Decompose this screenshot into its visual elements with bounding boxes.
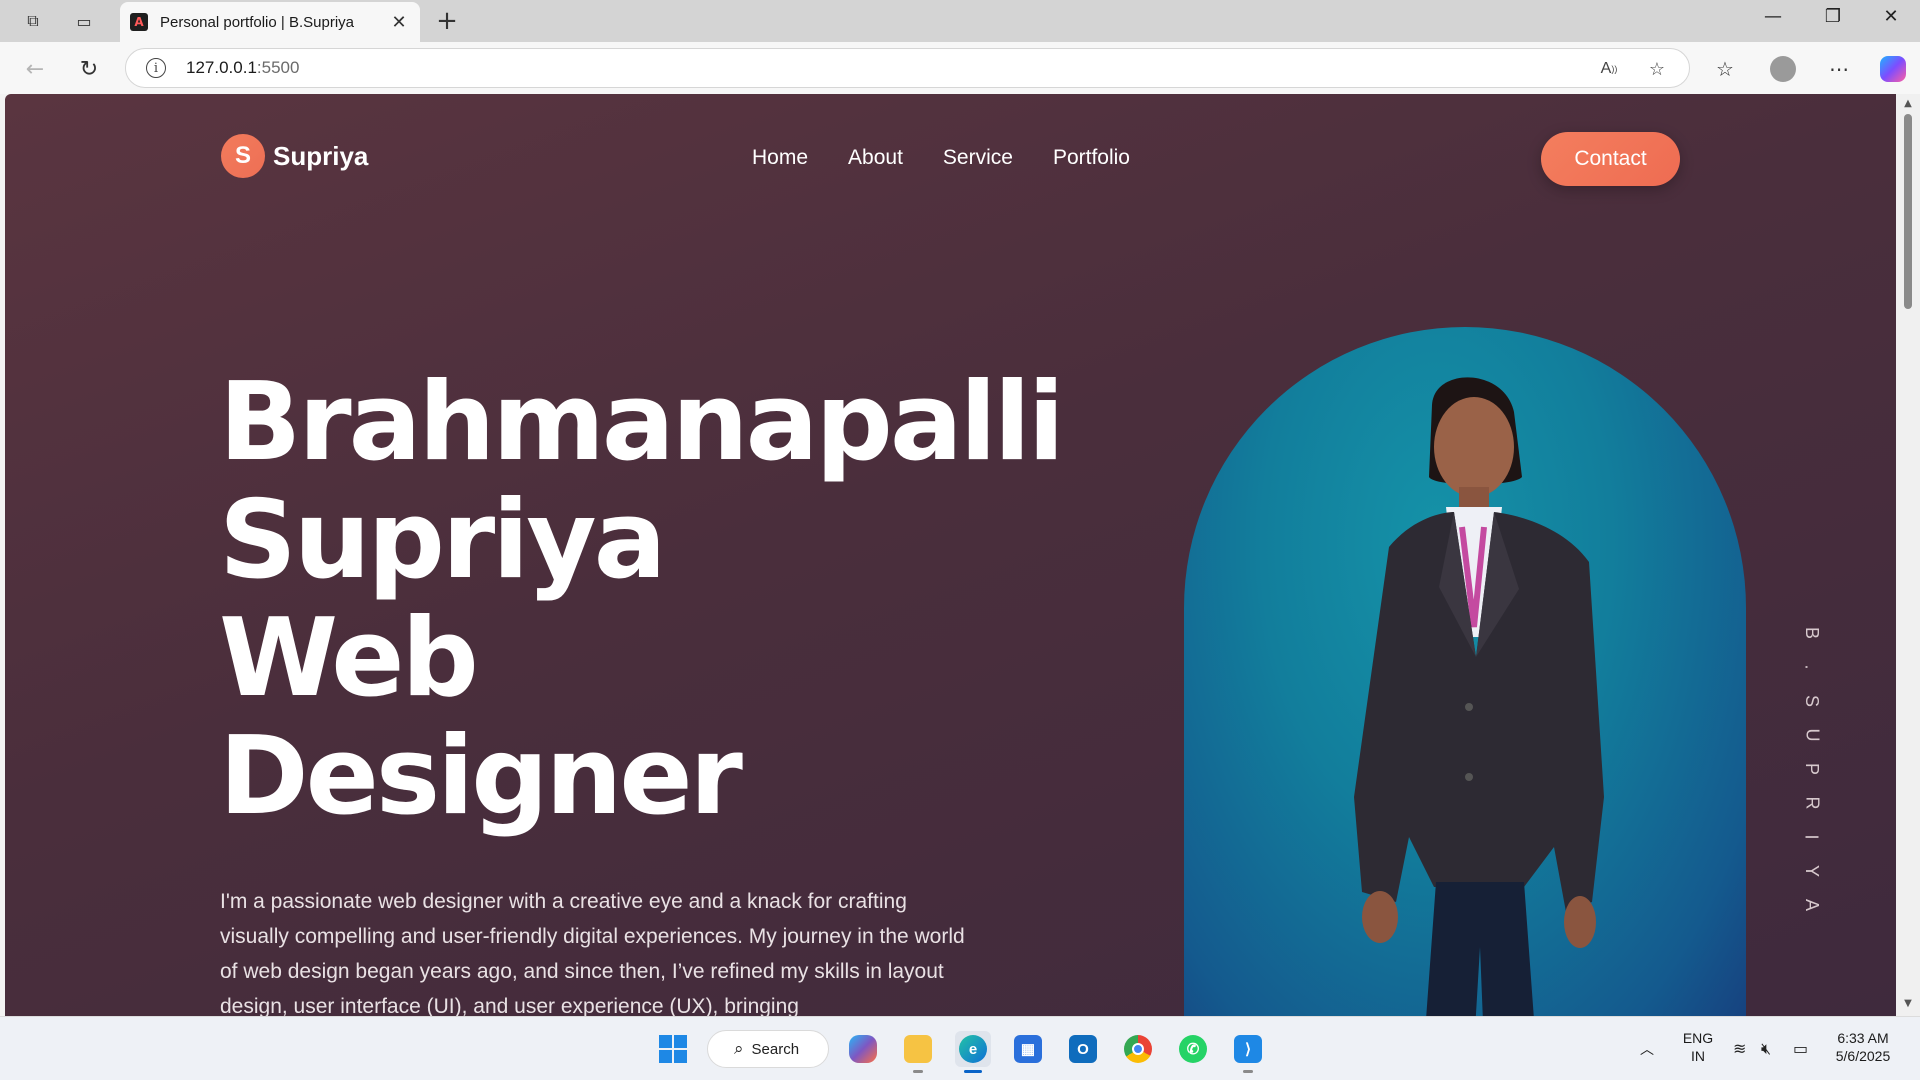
vertical-letter: S bbox=[1801, 694, 1822, 708]
tab-title: Personal portfolio | B.Supriya bbox=[160, 13, 354, 31]
chevron-up-icon[interactable]: ︿ bbox=[1640, 1039, 1654, 1059]
logo-badge[interactable]: S bbox=[221, 134, 265, 178]
menu-item-service[interactable]: Service bbox=[943, 146, 1013, 170]
start-icon[interactable] bbox=[655, 1031, 691, 1067]
more-options-icon[interactable]: ⋯ bbox=[1824, 54, 1854, 84]
vertical-letter: R bbox=[1802, 796, 1822, 810]
read-aloud-icon[interactable]: A)) bbox=[1596, 56, 1622, 82]
tab-favicon-icon: A bbox=[130, 13, 148, 31]
scroll-down-icon[interactable]: ▼ bbox=[1901, 998, 1915, 1009]
clock[interactable]: 6:33 AM 5/6/2025 bbox=[1832, 1029, 1894, 1065]
outlook-icon[interactable]: O bbox=[1065, 1031, 1101, 1067]
wifi-icon[interactable]: ≋ bbox=[1733, 1039, 1746, 1058]
store-icon[interactable]: ▦ bbox=[1010, 1031, 1046, 1067]
page-viewport: S Supriya Home About Service Portfolio C… bbox=[5, 94, 1896, 1016]
taskbar: ⌕ Search e ▦ O ✆ ⟩ ︿ ENG IN ≋ 🔇︎ ▭ 6:33 … bbox=[0, 1016, 1920, 1080]
browser-titlebar: ⧉ ▭ A Personal portfolio | B.Supriya ✕ +… bbox=[0, 0, 1920, 42]
profile-avatar[interactable] bbox=[1768, 54, 1798, 84]
person-illustration bbox=[1354, 377, 1604, 1016]
browser-toolbar: ← ↻ i 127.0.0.1:5500 A)) ☆ ☆ ⋯ bbox=[0, 42, 1920, 94]
restore-button[interactable]: ❐ bbox=[1810, 6, 1856, 27]
search-label: Search bbox=[751, 1040, 800, 1058]
workspaces-icon[interactable]: ⧉ bbox=[20, 8, 46, 34]
search-icon: ⌕ bbox=[734, 1039, 744, 1059]
vertical-name-text: B . S U P R I Y A bbox=[1800, 621, 1824, 917]
tab-portfolio[interactable]: A Personal portfolio | B.Supriya ✕ bbox=[120, 2, 420, 42]
volume-muted-icon[interactable]: 🔇︎ bbox=[1761, 1039, 1771, 1059]
hero-title: Brahmanapalli Supriya Web Designer bbox=[219, 360, 1065, 839]
favorite-star-icon[interactable]: ☆ bbox=[1644, 56, 1670, 82]
menu-item-about[interactable]: About bbox=[848, 146, 903, 170]
favorites-list-icon[interactable]: ☆ bbox=[1710, 54, 1740, 84]
address-bar[interactable]: i 127.0.0.1:5500 A)) ☆ bbox=[125, 48, 1690, 88]
close-window-button[interactable]: ✕ bbox=[1868, 6, 1914, 27]
vertical-letter: U bbox=[1802, 728, 1822, 742]
site-info-icon[interactable]: i bbox=[146, 58, 166, 78]
profile-photo bbox=[1184, 327, 1746, 1016]
contact-button[interactable]: Contact bbox=[1541, 132, 1680, 186]
scroll-thumb[interactable] bbox=[1904, 114, 1912, 309]
logo-name[interactable]: Supriya bbox=[273, 141, 368, 172]
back-arrow-icon[interactable]: ← bbox=[20, 54, 50, 84]
vertical-letter: . bbox=[1801, 664, 1822, 670]
vertical-letter: P bbox=[1801, 762, 1822, 776]
vscode-icon[interactable]: ⟩ bbox=[1230, 1031, 1266, 1073]
hero-title-line: Supriya bbox=[219, 478, 667, 603]
file-explorer-icon[interactable] bbox=[900, 1031, 936, 1073]
hero-title-line: Brahmanapalli bbox=[219, 360, 1065, 485]
vertical-letter: B bbox=[1801, 626, 1822, 640]
close-tab-icon[interactable]: ✕ bbox=[388, 12, 410, 33]
minimize-button[interactable]: — bbox=[1750, 6, 1796, 27]
page-scrollbar[interactable]: ▲ ▼ bbox=[1896, 94, 1920, 1016]
vertical-tabs-icon[interactable]: ▭ bbox=[71, 8, 97, 34]
taskbar-search[interactable]: ⌕ Search bbox=[707, 1030, 829, 1068]
hero-description: I'm a passionate web designer with a cre… bbox=[220, 890, 965, 1016]
language-indicator[interactable]: ENG IN bbox=[1680, 1029, 1716, 1065]
whatsapp-icon[interactable]: ✆ bbox=[1175, 1031, 1211, 1067]
hero-title-line: Designer bbox=[219, 714, 743, 839]
scroll-up-icon[interactable]: ▲ bbox=[1901, 98, 1915, 109]
battery-icon[interactable]: ▭ bbox=[1793, 1039, 1808, 1058]
copilot-app-icon[interactable] bbox=[845, 1031, 881, 1067]
chrome-icon[interactable] bbox=[1120, 1031, 1156, 1067]
reload-icon[interactable]: ↻ bbox=[74, 54, 104, 84]
site-header: S Supriya Home About Service Portfolio C… bbox=[5, 94, 1896, 224]
menu-item-portfolio[interactable]: Portfolio bbox=[1053, 146, 1130, 170]
edge-icon[interactable]: e bbox=[955, 1031, 991, 1073]
vertical-letter: Y bbox=[1801, 864, 1822, 878]
main-menu: Home About Service Portfolio bbox=[752, 146, 1130, 170]
vertical-letter: I bbox=[1801, 834, 1822, 840]
hero-title-line: Web bbox=[219, 596, 479, 721]
url-text[interactable]: 127.0.0.1:5500 bbox=[186, 58, 299, 78]
menu-item-home[interactable]: Home bbox=[752, 146, 808, 170]
vertical-letter: A bbox=[1801, 898, 1822, 912]
new-tab-button[interactable]: + bbox=[432, 6, 462, 36]
copilot-icon[interactable] bbox=[1878, 54, 1908, 84]
